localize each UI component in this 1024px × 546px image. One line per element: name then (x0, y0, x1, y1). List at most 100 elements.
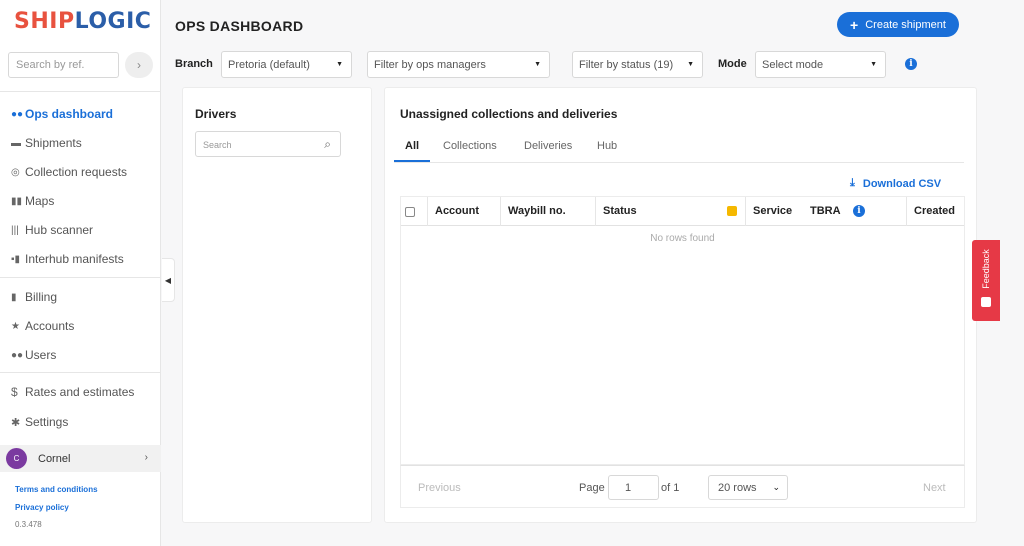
tab-hub[interactable]: Hub (597, 140, 617, 152)
tab-all[interactable]: All (405, 140, 419, 152)
barcode-icon: ||| (11, 224, 19, 236)
sidebar-item-interhub-manifests[interactable]: ▪▮ Interhub manifests (0, 248, 161, 270)
chevron-right-icon[interactable]: › (125, 52, 153, 78)
column-tbra[interactable]: TBRA (803, 197, 853, 226)
sidebar-item-maps[interactable]: ▮▮ Maps (0, 190, 161, 212)
page-label: Page (579, 482, 605, 494)
caret-down-icon: ▼ (534, 61, 541, 68)
ops-managers-filter-placeholder: Filter by ops managers (374, 59, 486, 71)
sidebar-item-label: Accounts (25, 319, 75, 333)
status-filter-count: (19) (653, 59, 674, 71)
sidebar-collapse-toggle[interactable]: ◀ (162, 258, 175, 302)
column-waybill[interactable]: Waybill no. (500, 197, 595, 226)
terms-link[interactable]: Terms and conditions (15, 485, 98, 494)
select-all-checkbox[interactable] (405, 207, 415, 217)
sidebar-item-label: Users (25, 348, 57, 362)
logo-part-logic: LOGIC (74, 9, 152, 34)
sidebar-item-label: Interhub manifests (25, 252, 124, 266)
chevron-down-icon: ⌄ (772, 482, 780, 492)
drivers-search-placeholder: Search (203, 140, 232, 150)
column-created[interactable]: Created (906, 197, 964, 226)
logo-part-ship: SHIP (14, 9, 75, 34)
sidebar-item-hub-scanner[interactable]: ||| Hub scanner (0, 219, 161, 241)
map-icon: ▮▮ (11, 195, 23, 207)
sidebar-item-label: Collection requests (25, 165, 128, 179)
caret-down-icon: ▼ (687, 61, 694, 68)
create-shipment-button[interactable]: + Create shipment (837, 12, 959, 37)
branch-select[interactable]: Pretoria (default) ▼ (221, 51, 352, 78)
feedback-label: Feedback (981, 249, 991, 289)
sidebar-item-settings[interactable]: ✱ Settings (0, 411, 161, 433)
status-filter[interactable]: Filter by status (19) ▼ (572, 51, 703, 78)
users-icon: ●● (11, 108, 24, 120)
privacy-link[interactable]: Privacy policy (15, 503, 69, 512)
tab-collections[interactable]: Collections (443, 140, 497, 152)
column-account[interactable]: Account (427, 197, 500, 226)
rows-per-page-select[interactable]: 20 rows ⌄ (708, 475, 788, 500)
sidebar-divider (0, 372, 161, 373)
page-number-input[interactable]: 1 (608, 475, 659, 500)
previous-page-button[interactable]: Previous (418, 482, 461, 494)
sidebar-item-label: Hub scanner (25, 223, 94, 237)
rows-per-page-value: 20 rows (718, 482, 757, 494)
page-title: OPS DASHBOARD (175, 18, 304, 34)
tabs-divider (394, 162, 964, 163)
caret-down-icon: ▼ (870, 61, 877, 68)
drivers-title: Drivers (195, 107, 237, 121)
next-page-button[interactable]: Next (923, 482, 946, 494)
sidebar-item-label: Settings (25, 415, 69, 429)
reference-search: Search by ref. › (8, 52, 153, 78)
gear-icon: ✱ (11, 416, 21, 429)
column-service[interactable]: Service (745, 197, 800, 226)
feedback-icon (981, 297, 991, 307)
download-icon: ⤓ (850, 177, 855, 189)
sidebar-item-users[interactable]: ●● Users (0, 344, 161, 366)
info-icon[interactable]: i (905, 58, 917, 70)
star-icon: ★ (11, 320, 20, 332)
shiplogic-logo[interactable]: SHIPLOGIC (14, 9, 151, 34)
download-csv-button[interactable]: ⤓ Download CSV (850, 177, 941, 190)
dollar-icon: $ (11, 385, 18, 399)
sidebar-item-ops-dashboard[interactable]: ●● Ops dashboard (0, 103, 161, 125)
page-total: of 1 (661, 482, 680, 494)
sidebar-divider (0, 277, 161, 278)
chevron-right-icon: › (144, 452, 148, 463)
unassigned-table: Account Waybill no. Status Service TBRA … (400, 196, 965, 465)
sidebar-item-rates-and-estimates[interactable]: $ Rates and estimates (0, 381, 161, 403)
sidebar-item-label: Shipments (25, 136, 82, 150)
document-icon: ▮ (11, 291, 17, 303)
avatar: C (6, 448, 27, 469)
mode-select[interactable]: Select mode ▼ (755, 51, 886, 78)
sidebar: SHIPLOGIC Search by ref. › ●● Ops dashbo… (0, 0, 161, 546)
pagination: Previous Page 1 of 1 20 rows ⌄ Next (400, 465, 965, 508)
info-icon[interactable]: i (853, 205, 865, 217)
sidebar-item-accounts[interactable]: ★ Accounts (0, 315, 161, 337)
user-name: Cornel (38, 452, 71, 465)
plus-icon: + (850, 16, 859, 33)
user-menu[interactable]: C Cornel › (0, 445, 161, 472)
empty-state-message: No rows found (650, 233, 715, 244)
manifest-icon: ▪▮ (11, 253, 21, 265)
caret-down-icon: ▼ (336, 61, 343, 68)
table-header: Account Waybill no. Status Service TBRA … (401, 197, 964, 226)
reference-search-input[interactable]: Search by ref. (8, 52, 119, 78)
sidebar-item-collection-requests[interactable]: ◎ Collection requests (0, 161, 161, 183)
sidebar-item-shipments[interactable]: ▬ Shipments (0, 132, 161, 154)
sidebar-item-label: Rates and estimates (25, 385, 135, 399)
target-icon: ◎ (11, 166, 20, 178)
users-icon: ●● (11, 349, 24, 361)
tab-deliveries[interactable]: Deliveries (524, 140, 572, 152)
ops-managers-filter[interactable]: Filter by ops managers ▼ (367, 51, 550, 78)
feedback-tab[interactable]: Feedback (972, 240, 1000, 321)
column-status[interactable]: Status (595, 197, 745, 226)
create-shipment-label: Create shipment (865, 18, 946, 31)
drivers-search-input[interactable]: Search ⌕ (195, 131, 341, 157)
branch-select-value: Pretoria (default) (228, 59, 310, 71)
download-csv-label: Download CSV (862, 177, 942, 190)
branch-label: Branch (175, 58, 213, 70)
app-version: 0.3.478 (15, 520, 42, 529)
sidebar-divider (0, 91, 161, 92)
status-filter-value: Filter by status (579, 59, 651, 71)
sidebar-item-billing[interactable]: ▮ Billing (0, 286, 161, 308)
search-icon: ⌕ (324, 137, 331, 151)
